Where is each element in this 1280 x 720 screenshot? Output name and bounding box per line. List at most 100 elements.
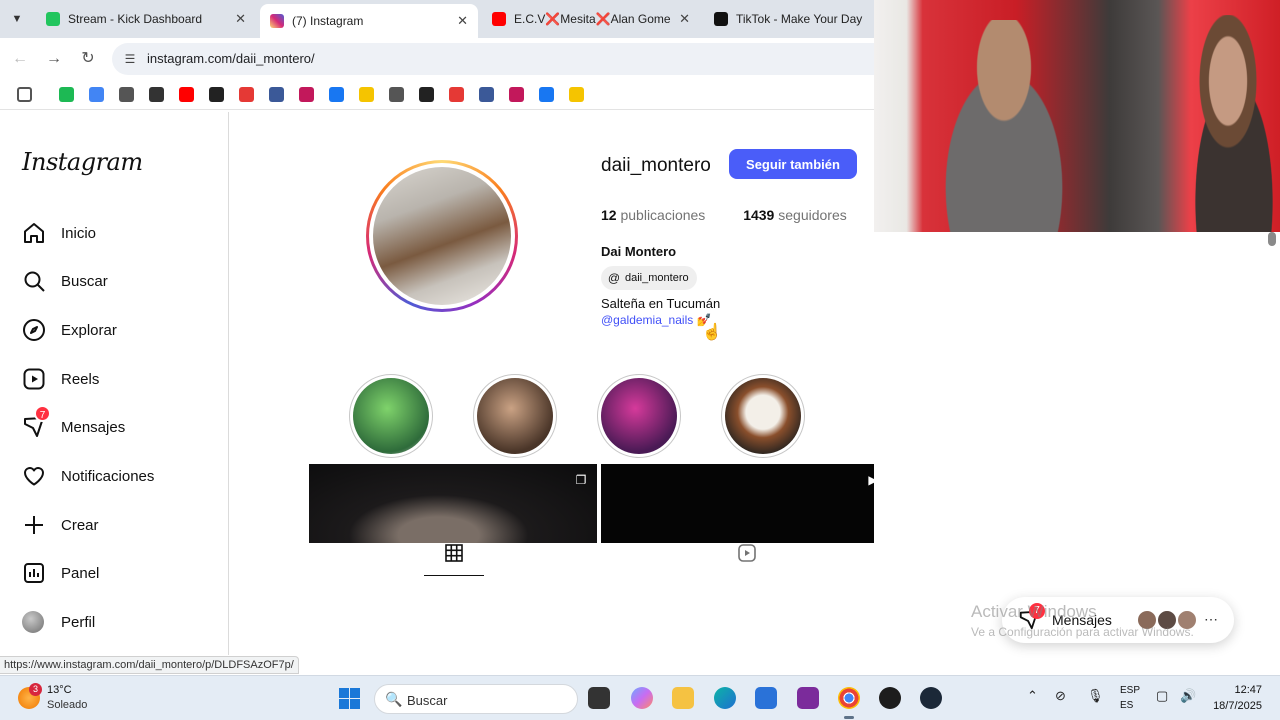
sidebar-item-crear[interactable]: Crear bbox=[22, 511, 99, 539]
volume-icon[interactable]: 🔊 bbox=[1180, 688, 1196, 704]
site-settings-icon[interactable]: ☰ bbox=[122, 51, 138, 67]
bookmark-favicon-icon[interactable] bbox=[479, 87, 494, 102]
reload-icon[interactable]: ↻ bbox=[78, 49, 98, 69]
forward-arrow-icon[interactable]: → bbox=[44, 49, 64, 69]
bookmark-favicon-icon[interactable] bbox=[419, 87, 434, 102]
profile-picture-story-ring[interactable] bbox=[366, 160, 518, 312]
task-view-icon[interactable] bbox=[588, 687, 610, 709]
plus-icon bbox=[25, 516, 43, 534]
windows-start-icon[interactable] bbox=[339, 688, 360, 709]
address-bar-row: ← → ↻ ☰ instagram.com/daii_montero/ bbox=[0, 38, 892, 80]
tab-close-icon[interactable]: ✕ bbox=[679, 11, 690, 27]
store-icon[interactable] bbox=[755, 687, 777, 709]
tab-close-icon[interactable]: ✕ bbox=[235, 11, 246, 27]
tab-youtube[interactable]: E.C.V❌Mesita❌Alan Gomez ✕ bbox=[482, 4, 700, 34]
tab-label: Stream - Kick Dashboard bbox=[68, 12, 203, 26]
profile-stats: 12 publicaciones 1439 seguidores bbox=[601, 207, 874, 223]
more-icon[interactable]: ⋯ bbox=[1204, 611, 1218, 628]
tab-kick[interactable]: Stream - Kick Dashboard ✕ bbox=[36, 4, 256, 34]
network-icon[interactable]: ⊘ bbox=[1055, 688, 1066, 704]
chrome-icon[interactable] bbox=[838, 687, 860, 719]
sidebar-item-notificaciones[interactable]: Notificaciones bbox=[22, 462, 154, 490]
bookmark-favicon-icon[interactable] bbox=[539, 87, 554, 102]
bookmark-favicon-icon[interactable] bbox=[569, 87, 584, 102]
bookmark-favicon-icon[interactable] bbox=[209, 87, 224, 102]
clock-date[interactable]: 18/7/2025 bbox=[1213, 700, 1262, 712]
webcam-person bbox=[919, 20, 1089, 232]
posts-label: publicaciones bbox=[620, 207, 706, 223]
hand-cursor-icon: ☝ bbox=[702, 324, 722, 341]
highlight-cover bbox=[725, 378, 801, 454]
instagram-logo[interactable]: Instagram bbox=[22, 148, 143, 176]
taskbar-search-label: Buscar bbox=[407, 693, 448, 708]
sidebar-item-buscar[interactable]: Buscar bbox=[22, 267, 108, 295]
back-arrow-icon[interactable]: ← bbox=[10, 49, 30, 69]
obs-icon[interactable] bbox=[879, 687, 901, 709]
bookmark-favicon-icon[interactable] bbox=[119, 87, 134, 102]
threads-handle: daii_montero bbox=[625, 272, 689, 284]
bookmark-favicon-icon[interactable] bbox=[239, 87, 254, 102]
file-explorer-icon[interactable] bbox=[672, 687, 694, 709]
home-icon bbox=[24, 223, 44, 243]
bookmark-favicon-icon[interactable] bbox=[509, 87, 524, 102]
threads-badge[interactable]: @ daii_montero bbox=[601, 266, 697, 290]
sidebar-item-mensajes[interactable]: 7 Mensajes bbox=[22, 405, 125, 441]
sidebar-item-label: Panel bbox=[61, 564, 100, 582]
post-thumbnail[interactable]: ▶ bbox=[601, 464, 889, 543]
follow-back-button[interactable]: Seguir también bbox=[729, 149, 857, 179]
language-code[interactable]: ESP bbox=[1120, 685, 1140, 696]
steam-icon[interactable] bbox=[920, 687, 942, 709]
sidebar-item-inicio[interactable]: Inicio bbox=[22, 219, 96, 247]
weather-temperature[interactable]: 13°C bbox=[47, 684, 72, 696]
highlight-ring bbox=[349, 374, 433, 458]
bookmark-favicon-icon[interactable] bbox=[149, 87, 164, 102]
bookmark-favicon-icon[interactable] bbox=[59, 87, 74, 102]
bio-mention-link[interactable]: @galdemia_nails 💅 bbox=[601, 313, 712, 327]
display-icon[interactable]: ▢ bbox=[1156, 688, 1168, 704]
chevron-up-icon[interactable]: ⌃ bbox=[1027, 688, 1038, 704]
instagram-favicon-icon bbox=[270, 14, 284, 28]
youtube-favicon-icon bbox=[492, 12, 506, 26]
sidebar-item-panel[interactable]: Panel bbox=[22, 559, 99, 587]
app-icon[interactable] bbox=[797, 687, 819, 709]
followers-stat[interactable]: 1439 seguidores bbox=[743, 207, 847, 223]
tab-tiktok[interactable]: TikTok - Make Your Day bbox=[704, 4, 874, 34]
tab-instagram[interactable]: (7) Instagram ✕ bbox=[260, 4, 478, 38]
avatar-icon bbox=[22, 611, 44, 633]
post-thumbnail[interactable]: ❐ bbox=[309, 464, 597, 543]
edge-icon[interactable] bbox=[714, 687, 736, 709]
sidebar-item-perfil[interactable]: Perfil bbox=[22, 608, 95, 636]
highlight-ring bbox=[721, 374, 805, 458]
bookmark-favicon-icon[interactable] bbox=[389, 87, 404, 102]
watermark-title: Activar Windows bbox=[971, 602, 1097, 621]
scrollbar-thumb[interactable] bbox=[1268, 232, 1276, 246]
highlight-cover bbox=[601, 378, 677, 454]
omnibox[interactable]: ☰ instagram.com/daii_montero/ bbox=[112, 43, 892, 75]
bookmark-favicon-icon[interactable] bbox=[449, 87, 464, 102]
kick-favicon-icon bbox=[46, 12, 60, 26]
grid-icon bbox=[445, 544, 463, 562]
apps-grid-icon[interactable] bbox=[17, 87, 32, 102]
sidebar-item-explorar[interactable]: Explorar bbox=[22, 316, 117, 344]
clock-time[interactable]: 12:47 bbox=[1234, 684, 1262, 696]
copilot-icon[interactable] bbox=[631, 687, 653, 709]
bookmark-favicon-icon[interactable] bbox=[269, 87, 284, 102]
bookmark-favicon-icon[interactable] bbox=[359, 87, 374, 102]
weather-condition[interactable]: Soleado bbox=[47, 699, 87, 711]
sidebar-item-reels[interactable]: Reels bbox=[22, 365, 99, 393]
url-text[interactable]: instagram.com/daii_montero/ bbox=[147, 51, 315, 66]
tab-reels[interactable] bbox=[717, 540, 777, 576]
taskbar-search[interactable]: 🔍 Buscar bbox=[374, 684, 578, 714]
posts-count: 12 bbox=[601, 207, 617, 223]
tab-close-icon[interactable]: ✕ bbox=[457, 13, 468, 29]
bookmark-favicon-icon[interactable] bbox=[89, 87, 104, 102]
microphone-icon[interactable]: 🎙 bbox=[1087, 688, 1104, 704]
bookmark-favicon-icon[interactable] bbox=[299, 87, 314, 102]
messages-badge: 7 bbox=[34, 405, 51, 422]
bookmark-favicon-icon[interactable] bbox=[329, 87, 344, 102]
bookmark-favicon-icon[interactable] bbox=[179, 87, 194, 102]
profile-full-name: Dai Montero bbox=[601, 244, 677, 259]
tab-search-chevron-icon[interactable]: ▼ bbox=[6, 9, 28, 29]
tab-posts[interactable] bbox=[424, 540, 484, 576]
keyboard-layout[interactable]: ES bbox=[1120, 700, 1133, 711]
